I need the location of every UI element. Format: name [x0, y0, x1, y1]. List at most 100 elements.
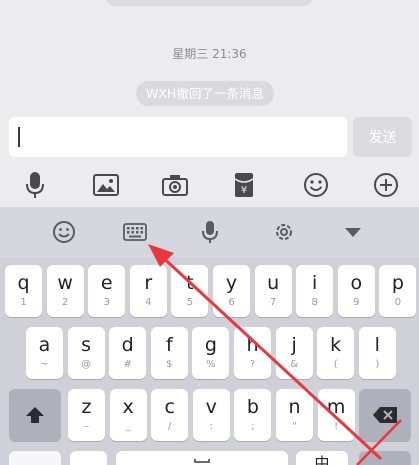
key-secondary-char: (: [333, 359, 338, 370]
space-bar-icon: [194, 459, 210, 463]
key-letter: u: [267, 272, 280, 294]
key-s[interactable]: s @: [67, 327, 105, 379]
comma-key[interactable]: [70, 451, 107, 465]
key-secondary-char: &: [290, 359, 298, 370]
key-w[interactable]: w2: [46, 265, 84, 317]
key-secondary-char: !: [334, 421, 339, 432]
key-letter: r: [144, 272, 153, 294]
key-secondary-char: 7: [269, 297, 277, 308]
key-letter: e: [100, 272, 113, 294]
key-j[interactable]: j &: [275, 327, 313, 379]
input-row: 发送: [0, 113, 419, 165]
key-secondary-char: –: [84, 421, 89, 432]
previous-message-bubble: [106, 0, 312, 6]
key-letter: l: [374, 334, 380, 356]
key-secondary-char: 6: [228, 297, 235, 308]
chat-tool-row: ¥: [0, 165, 419, 207]
key-letter: w: [57, 272, 73, 294]
red-packet-icon[interactable]: ¥: [229, 170, 259, 200]
key-letter: y: [225, 272, 238, 294]
key-m[interactable]: m!: [317, 389, 355, 441]
key-z[interactable]: z –: [68, 389, 105, 441]
key-letter: s: [81, 334, 92, 356]
key-b[interactable]: b;: [234, 389, 272, 441]
key-letter: b: [246, 396, 259, 418]
key-f[interactable]: f $: [150, 327, 188, 379]
shift-key[interactable]: [9, 389, 61, 441]
key-letter: d: [121, 334, 134, 356]
key-i[interactable]: i8: [296, 265, 334, 317]
key-letter: t: [186, 272, 194, 294]
key-letter: k: [330, 334, 342, 356]
gear-icon[interactable]: [271, 219, 297, 245]
key-secondary-char: ~: [40, 359, 49, 370]
key-secondary-char: ;: [251, 421, 255, 432]
key-o[interactable]: o9: [337, 265, 375, 317]
key-secondary-char: 9: [353, 297, 360, 308]
message-timestamp: 星期三 21:36: [172, 47, 247, 61]
svg-text:¥: ¥: [241, 185, 247, 196]
key-secondary-char: $: [166, 359, 173, 370]
key-letter: a: [38, 334, 51, 356]
key-secondary-char: 4: [145, 297, 152, 308]
key-secondary-char: %: [206, 359, 216, 370]
key-secondary-char: 5: [186, 297, 194, 308]
keyboard-icon[interactable]: [122, 219, 148, 245]
key-secondary-char: ?: [249, 359, 256, 370]
key-x[interactable]: x _: [109, 389, 147, 441]
key-g[interactable]: g%: [192, 327, 230, 379]
key-a[interactable]: a ~: [26, 327, 63, 379]
message-input[interactable]: [9, 117, 347, 157]
key-t[interactable]: t5: [171, 265, 209, 317]
key-n[interactable]: n ": [276, 389, 313, 441]
image-icon[interactable]: [91, 170, 121, 200]
key-letter: z: [81, 396, 92, 418]
key-letter: i: [312, 272, 318, 294]
key-secondary-char: #: [123, 359, 132, 370]
recall-notice: WXH撤回了一条消息: [136, 81, 274, 106]
key-v[interactable]: v:: [192, 389, 230, 441]
key-letter: x: [122, 396, 134, 418]
chat-message-area[interactable]: 星期三 21:36 WXH撤回了一条消息: [0, 0, 419, 113]
key-p[interactable]: p0: [379, 265, 417, 317]
key-secondary-char: 3: [103, 297, 110, 308]
key-secondary-char: @: [81, 359, 92, 370]
emoji-icon[interactable]: [51, 219, 77, 245]
key-secondary-char: :: [209, 421, 213, 432]
key-e[interactable]: e3: [88, 265, 126, 317]
key-letter: f: [165, 334, 173, 356]
key-secondary-char: 0: [394, 297, 402, 308]
collapse-icon[interactable]: [340, 219, 366, 245]
language-switch-key[interactable]: 中: [296, 451, 348, 465]
key-l[interactable]: l): [358, 327, 396, 379]
key-letter: p: [391, 272, 404, 294]
key-q[interactable]: q1: [5, 265, 42, 317]
key-r[interactable]: r4: [129, 265, 167, 317]
plus-icon[interactable]: [371, 170, 401, 200]
key-secondary-char: 1: [20, 297, 27, 308]
key-secondary-char: 8: [311, 297, 318, 308]
key-c[interactable]: c /: [151, 389, 189, 441]
symbol-key[interactable]: [9, 451, 61, 465]
microphone-icon[interactable]: [197, 219, 223, 245]
key-h[interactable]: h?: [234, 327, 271, 379]
emoji-icon[interactable]: [301, 170, 331, 200]
key-letter: c: [164, 396, 175, 418]
soft-keyboard: q1w2e3r4t5y6u7i8o9p0 a ~ s @ d # f $ g% h? j & k(l) …: [0, 207, 419, 465]
key-secondary-char: ): [375, 359, 380, 370]
key-u[interactable]: u7: [254, 265, 292, 317]
enter-key[interactable]: [359, 451, 411, 465]
send-button[interactable]: 发送: [353, 117, 412, 157]
key-y[interactable]: y6: [213, 265, 250, 317]
key-k[interactable]: k(: [317, 327, 355, 379]
key-d[interactable]: d #: [109, 327, 147, 379]
key-letter: n: [288, 396, 301, 418]
key-letter: h: [246, 334, 259, 356]
space-key[interactable]: [116, 451, 288, 465]
text-caret: [18, 127, 20, 147]
backspace-key[interactable]: [359, 389, 411, 441]
keyboard-toolbar: [0, 207, 419, 257]
microphone-icon[interactable]: [20, 170, 50, 200]
camera-icon[interactable]: [160, 170, 190, 200]
key-letter: g: [204, 334, 217, 356]
